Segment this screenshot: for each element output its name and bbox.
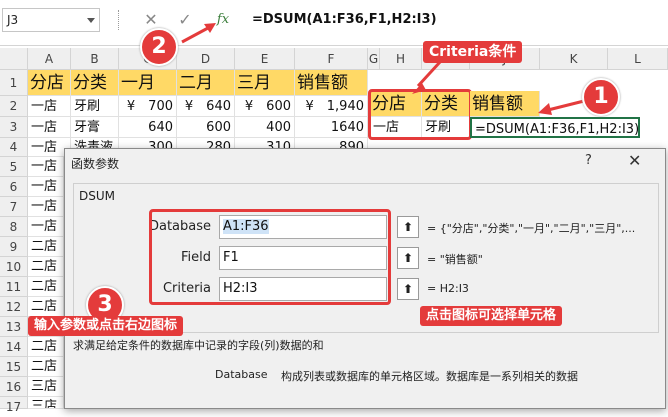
param-description: 构成列表或数据库的单元格区域。数据库是一系列相关的数据 xyxy=(281,370,578,383)
click-tip-callout: 点击图标可选择单元格 xyxy=(420,306,563,326)
function-description: 求满足给定条件的数据库中记录的字段(列)数据的和 xyxy=(73,339,324,352)
step-1-badge: 1 xyxy=(582,78,620,116)
step2-arrow xyxy=(181,26,209,44)
field-result: = "销售额" xyxy=(427,253,483,266)
step1-arrowhead xyxy=(538,103,552,115)
database-result: = {"分店","分类","一月","二月","三月",... xyxy=(427,222,636,235)
args-highlight xyxy=(149,209,391,305)
function-name: DSUM xyxy=(79,189,115,203)
help-icon[interactable]: ? xyxy=(585,153,592,168)
close-icon[interactable]: ✕ xyxy=(628,151,641,170)
dialog-title: 函数参数 xyxy=(71,157,120,171)
criteria-result: = H2:I3 xyxy=(427,282,469,295)
criteria-arrow xyxy=(416,60,442,88)
param-name: Database xyxy=(215,368,268,381)
step-2-badge: 2 xyxy=(140,28,178,66)
criteria-ref-button[interactable]: ⬆ xyxy=(397,278,419,300)
input-tip-callout: 输入参数或点击右边图标 xyxy=(28,316,184,336)
function-arguments-dialog: 函数参数 ? ✕ DSUM Database A1:F36 ⬆ = {"分店",… xyxy=(64,148,666,409)
field-ref-button[interactable]: ⬆ xyxy=(397,247,419,269)
database-ref-button[interactable]: ⬆ xyxy=(397,216,419,238)
